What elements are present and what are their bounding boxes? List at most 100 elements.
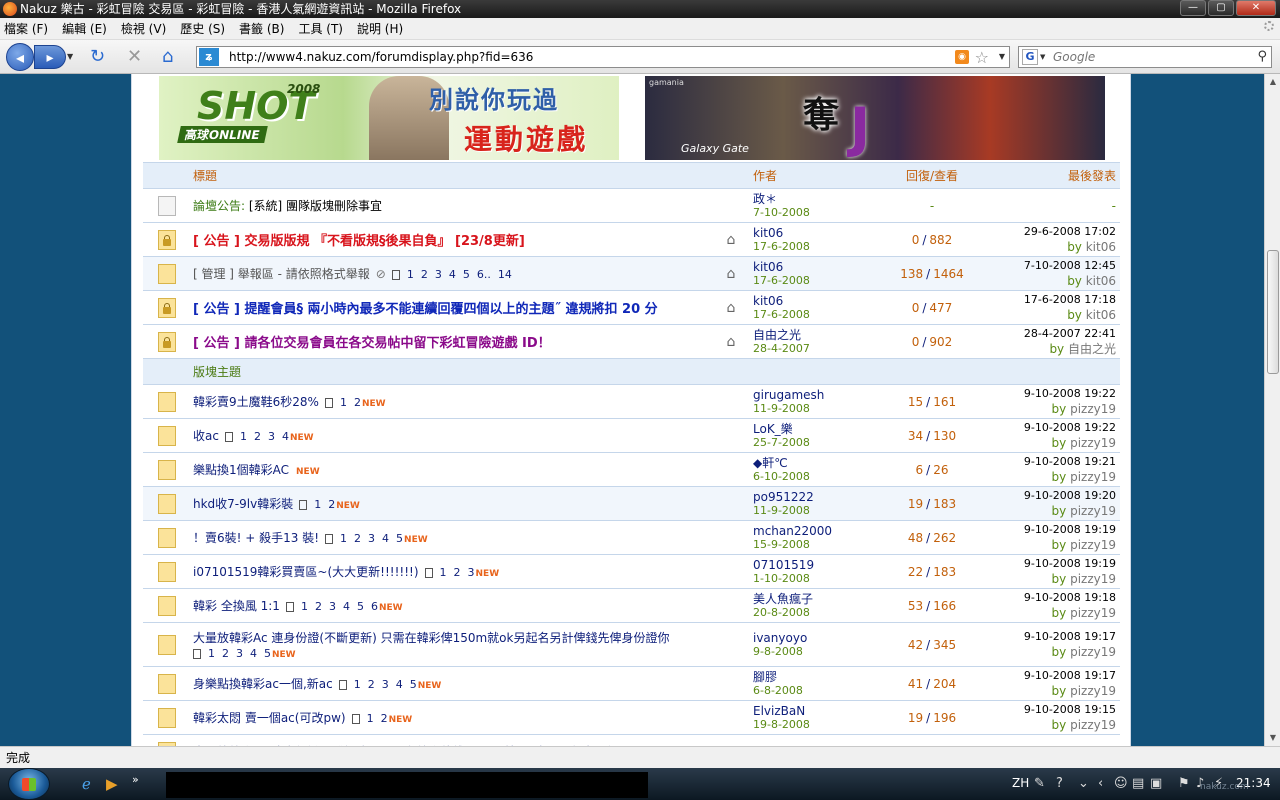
page-link[interactable]: 2 (454, 566, 461, 579)
last-poster-link[interactable]: kit06 (1086, 308, 1116, 322)
thread-title-link[interactable]: [系統] 團隊版塊刪除事宜 (249, 199, 382, 213)
media-player-icon[interactable]: ▶ (106, 775, 118, 793)
thread-title-link[interactable]: 收ac (193, 429, 219, 443)
table-row[interactable]: 韓彩 全換風 1:1 1 2 3 4 5 6NEW 美人魚瘋子 20-8-2008 53/166 9… (143, 588, 1120, 623)
last-poster-link[interactable]: pizzy19 (1070, 538, 1116, 552)
thread-title-link[interactable]: ！賣6裝! + 殺手13 裝! (193, 531, 319, 545)
page-link[interactable]: 4 (343, 600, 350, 613)
last-post-date[interactable]: 9-10-2008 19:17 (987, 630, 1116, 644)
vertical-scrollbar[interactable]: ▲ ▼ (1264, 74, 1280, 746)
search-input[interactable] (1053, 49, 1243, 65)
last-post-date[interactable]: 9-10-2008 19:19 (987, 557, 1116, 571)
page-link[interactable]: 1 (208, 647, 215, 660)
last-poster-link[interactable]: pizzy19 (1070, 606, 1116, 620)
menu-tools[interactable]: 工具 (T) (298, 20, 343, 37)
page-link[interactable]: 2 (354, 396, 361, 409)
banner-game-j[interactable]: gamania 奪 J Galaxy Gate (645, 76, 1105, 160)
last-post-date[interactable]: 9-10-2008 19:17 (987, 669, 1116, 683)
maximize-button[interactable]: ▢ (1208, 0, 1234, 16)
history-dropdown-icon[interactable]: ▼ (67, 52, 73, 61)
page-link[interactable]: 4 (250, 647, 257, 660)
page-link[interactable]: 3 (435, 268, 442, 281)
table-row[interactable]: 韓彩賣9土魔鞋6秒28% 1 2NEW girugamesh 11-9-2008 15/1… (143, 384, 1120, 419)
thread-tool-icon[interactable]: ⌂ (727, 334, 736, 350)
url-bar[interactable]: ʑ http://www4.nakuz.com/forumdisplay.php… (196, 46, 1010, 68)
last-post-date[interactable]: 9-10-2008 19:15 (987, 703, 1116, 717)
page-link[interactable]: 2 (254, 430, 261, 443)
thread-tool-icon[interactable]: ⌂ (727, 232, 736, 248)
last-poster-link[interactable]: 自由之光 (1068, 342, 1116, 356)
tray-user-icon[interactable]: ☺ (1114, 776, 1128, 791)
page-link[interactable]: 1 (301, 600, 308, 613)
table-row[interactable]: hkd收7-9lv韓彩裝 1 2NEW po951222 11-9-2008 19/183… (143, 486, 1120, 521)
table-row[interactable]: 身樂點換韓彩ac一個,新ac 1 2 3 4 5NEW 腳膠 6-8-2008 41/204 9-… (143, 666, 1120, 701)
author-link[interactable]: ◆軒℃ (753, 456, 877, 470)
banner-shot-online[interactable]: SHOT 2008 高球ONLINE 別說你玩過 運動遊戲 (159, 76, 619, 160)
forward-button[interactable]: ▸ (34, 45, 66, 69)
last-poster-link[interactable]: kit06 (1086, 240, 1116, 254)
table-row[interactable]: [ 公告 ] 請各位交易會員在各交易帖中留下彩虹冒險遊戲 ID！ ⌂ 自由之光 28-… (143, 324, 1120, 359)
last-post-date[interactable]: 9-10-2008 19:20 (987, 489, 1116, 503)
thread-tool-icon[interactable]: ⌂ (727, 266, 736, 282)
page-link[interactable]: 2 (222, 647, 229, 660)
search-magnifier-icon[interactable]: ⚲ (1257, 49, 1267, 64)
header-stats[interactable]: 回復/查看 (877, 162, 987, 189)
page-link[interactable]: 4 (396, 678, 403, 691)
tray-expand-icon[interactable]: ‹ (1098, 776, 1103, 791)
page-link[interactable]: 2 (354, 532, 361, 545)
last-post-date[interactable]: 9-10-2008 19:19 (987, 523, 1116, 537)
last-post-date[interactable]: 28-4-2007 22:41 (987, 327, 1116, 341)
scroll-thumb[interactable] (1267, 250, 1279, 374)
page-link[interactable]: 1 (240, 430, 247, 443)
menu-bookmarks[interactable]: 書籤 (B) (239, 20, 284, 37)
last-poster-link[interactable]: pizzy19 (1070, 504, 1116, 518)
page-link[interactable]: 2 (315, 600, 322, 613)
page-link[interactable]: 2 (368, 678, 375, 691)
last-post-date[interactable]: 9-10-2008 19:18 (987, 591, 1116, 605)
page-link[interactable]: 5 (463, 268, 470, 281)
thread-title-link[interactable]: 身樂點換韓彩ac一個,新ac (193, 677, 333, 691)
page-link[interactable]: 1 (340, 396, 347, 409)
last-poster-link[interactable]: pizzy19 (1070, 572, 1116, 586)
page-link[interactable]: 3 (368, 532, 375, 545)
header-author[interactable]: 作者 (751, 162, 877, 189)
author-link[interactable]: girugamesh (753, 388, 877, 402)
home-icon[interactable]: ⌂ (162, 48, 173, 66)
author-link[interactable]: 政＊ (753, 192, 877, 206)
last-post-date[interactable]: 17-6-2008 17:18 (987, 293, 1116, 307)
last-post-date[interactable]: 7-10-2008 12:45 (987, 259, 1116, 273)
thread-title-link[interactable]: 大量放韓彩Ac 連身份證(不斷更新) 只需在韓彩俾150m就ok另起名另計俾錢先… (193, 631, 669, 645)
menu-history[interactable]: 歷史 (S) (180, 20, 225, 37)
thread-title-link[interactable]: 韓彩 全換風 1:1 (193, 599, 280, 613)
author-link[interactable]: kit06 (753, 294, 877, 308)
engine-dropdown-icon[interactable]: ▼ (1040, 53, 1045, 61)
thread-title-link[interactable]: hkd收7-9lv韓彩裝 (193, 497, 293, 511)
page-link[interactable]: 4 (382, 532, 389, 545)
scroll-up-icon[interactable]: ▲ (1265, 74, 1280, 90)
table-row[interactable]: 大量放韓彩Ac 連身份證(不斷更新) 只需在韓彩俾錢(150m就ok)自己另起名… (143, 734, 1120, 746)
menu-help[interactable]: 說明 (H) (357, 20, 403, 37)
last-post-date[interactable]: 29-6-2008 17:02 (987, 225, 1116, 239)
page-link[interactable]: 5 (264, 647, 271, 660)
last-poster-link[interactable]: pizzy19 (1070, 470, 1116, 484)
rss-feed-icon[interactable]: ◉ (955, 50, 969, 64)
google-engine-icon[interactable]: G (1022, 49, 1038, 65)
author-link[interactable]: 自由之光 (753, 328, 877, 342)
tray-options-icon[interactable]: ⌄ (1078, 776, 1089, 791)
table-row[interactable]: 收ac 1 2 3 4NEW LoK_樂 25-7-2008 34/130 9-10-2008 … (143, 418, 1120, 453)
page-link[interactable]: 2 (421, 268, 428, 281)
menu-file[interactable]: 檔案 (F) (4, 20, 48, 37)
page-link[interactable]: 5 (396, 532, 403, 545)
stop-icon[interactable]: ✕ (127, 48, 142, 66)
page-link[interactable]: 1 (340, 532, 347, 545)
thread-title-link[interactable]: [ 管理 ] 舉報區 - 請依照格式舉報 (193, 267, 370, 281)
thread-title-link[interactable]: [ 公告 ] 交易版版規 『不看版規§後果自負』 [23/8更新] (193, 234, 525, 249)
page-link[interactable]: 6.. (477, 268, 491, 281)
page-link[interactable]: 6 (371, 600, 378, 613)
author-link[interactable]: mchan22000 (753, 524, 877, 538)
ie-icon[interactable]: ℯ (82, 775, 91, 793)
table-row[interactable]: 樂點換1個韓彩AC NEW ◆軒℃ 6-10-2008 6/26 9-10-2008 19… (143, 452, 1120, 487)
thread-title-link[interactable]: 韓彩太悶 賣一個ac(可改pw) (193, 711, 346, 725)
page-link[interactable]: 1 (367, 712, 374, 725)
table-row[interactable]: ！賣6裝! + 殺手13 裝! 1 2 3 4 5NEW mchan22000 15-9-20… (143, 520, 1120, 555)
